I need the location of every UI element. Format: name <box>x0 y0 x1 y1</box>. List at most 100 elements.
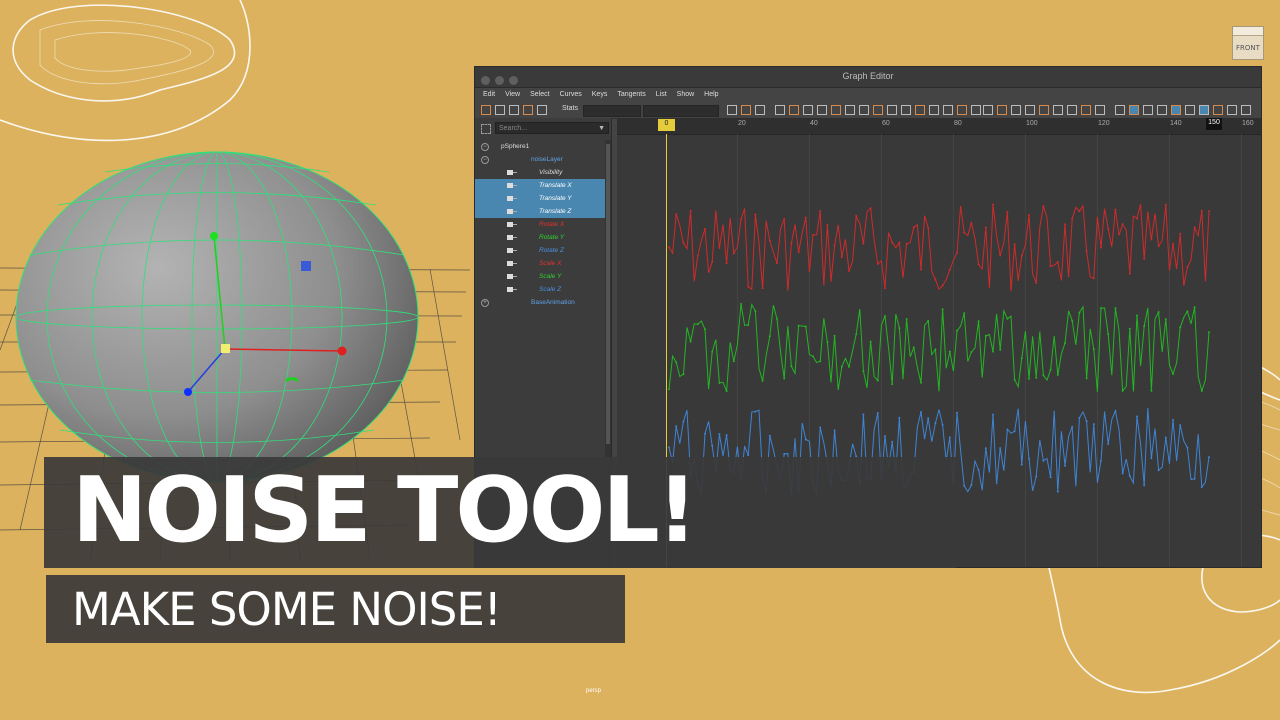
keyframe-point[interactable] <box>927 417 930 420</box>
outliner-item[interactable]: − pSphere1 <box>475 140 605 153</box>
keyframe-point[interactable] <box>941 423 944 426</box>
keyframe-point[interactable] <box>1193 306 1196 309</box>
keyframe-point[interactable] <box>984 447 987 450</box>
keyframe-point[interactable] <box>711 350 714 353</box>
keyframe-point[interactable] <box>704 432 706 435</box>
current-frame-marker[interactable]: 0 <box>658 119 675 131</box>
keyframe-point[interactable] <box>1128 327 1131 330</box>
keyframe-point[interactable] <box>905 242 908 245</box>
toolbar-tool-icon[interactable] <box>1129 105 1139 115</box>
keyframe-point[interactable] <box>1100 246 1102 249</box>
outliner-item[interactable]: Scale X <box>475 257 605 270</box>
keyframe-point[interactable] <box>696 323 699 326</box>
keyframe-point[interactable] <box>891 440 894 443</box>
channel-speaker-icon[interactable] <box>507 248 517 253</box>
keyframe-point[interactable] <box>1164 318 1167 321</box>
keyframe-point[interactable] <box>963 231 966 234</box>
keyframe-point[interactable] <box>862 413 865 416</box>
keyframe-point[interactable] <box>718 246 721 249</box>
toolbar-tool-icon[interactable] <box>1185 105 1195 115</box>
toolbar-tool-icon[interactable] <box>1095 105 1105 115</box>
keyframe-point[interactable] <box>675 361 678 364</box>
keyframe-point[interactable] <box>833 429 836 432</box>
keyframe-point[interactable] <box>884 287 886 290</box>
keyframe-point[interactable] <box>977 263 980 266</box>
keyframe-point[interactable] <box>992 350 994 353</box>
keyframe-point[interactable] <box>696 254 699 257</box>
toolbar-tool-icon[interactable] <box>1241 105 1251 115</box>
keyframe-point[interactable] <box>747 285 750 288</box>
toolbar-tool-icon[interactable] <box>845 105 855 115</box>
keyframe-point[interactable] <box>1121 472 1124 475</box>
keyframe-point[interactable] <box>912 346 915 349</box>
keyframe-point[interactable] <box>862 242 865 245</box>
keyframe-point[interactable] <box>1035 281 1038 284</box>
keyframe-point[interactable] <box>934 422 937 425</box>
keyframe-point[interactable] <box>956 251 958 254</box>
toolbar-tool-icon[interactable] <box>1227 105 1237 115</box>
toolbar-tool-icon[interactable] <box>817 105 827 115</box>
toolbar-tool-icon[interactable] <box>859 105 869 115</box>
keyframe-point[interactable] <box>891 383 894 386</box>
outliner-item[interactable]: Rotate X <box>475 218 605 231</box>
keyframe-point[interactable] <box>1049 368 1052 371</box>
keyframe-point[interactable] <box>891 241 894 244</box>
keyframe-point[interactable] <box>776 317 778 320</box>
keyframe-point[interactable] <box>1186 446 1189 449</box>
toolbar-tool-icon[interactable] <box>1199 105 1209 115</box>
keyframe-point[interactable] <box>1028 457 1030 460</box>
keyframe-point[interactable] <box>977 320 980 323</box>
keyframe-point[interactable] <box>675 425 678 428</box>
toolbar-tool-icon[interactable] <box>997 105 1007 115</box>
keyframe-point[interactable] <box>1071 217 1074 220</box>
keyframe-point[interactable] <box>668 246 670 249</box>
keyframe-point[interactable] <box>941 284 944 287</box>
outliner-item[interactable]: + BaseAnimation <box>475 296 605 309</box>
toolbar-tool-icon[interactable] <box>971 105 981 115</box>
search-input[interactable]: Search... ▼ <box>495 122 609 134</box>
keyframe-point[interactable] <box>934 278 937 281</box>
keyframe-point[interactable] <box>992 203 994 206</box>
keyframe-point[interactable] <box>1179 424 1182 427</box>
outliner-item[interactable]: Translate Y <box>475 192 605 205</box>
keyframe-point[interactable] <box>1042 205 1045 208</box>
keyframe-point[interactable] <box>1071 319 1074 322</box>
keyframe-point[interactable] <box>1028 214 1030 216</box>
keyframe-point[interactable] <box>1013 378 1016 381</box>
keyframe-point[interactable] <box>790 242 793 245</box>
filter-icon[interactable] <box>481 124 491 134</box>
keyframe-point[interactable] <box>1056 373 1059 376</box>
toolbar-tool-icon[interactable] <box>1053 105 1063 115</box>
channel-speaker-icon[interactable] <box>507 261 517 266</box>
keyframe-point[interactable] <box>948 436 951 439</box>
toolbar-tool-icon[interactable] <box>943 105 953 115</box>
keyframe-point[interactable] <box>826 224 829 226</box>
keyframe-point[interactable] <box>1143 325 1146 328</box>
keyframe-point[interactable] <box>1085 250 1088 253</box>
keyframe-point[interactable] <box>718 433 721 435</box>
keyframe-point[interactable] <box>689 340 692 343</box>
keyframe-point[interactable] <box>1208 331 1210 334</box>
end-frame-marker[interactable]: 150 <box>1206 118 1222 130</box>
collapse-icon[interactable]: − <box>481 143 489 151</box>
keyframe-point[interactable] <box>1143 257 1146 260</box>
keyframe-point[interactable] <box>963 484 966 487</box>
channel-speaker-icon[interactable] <box>507 274 517 279</box>
keyframe-point[interactable] <box>1028 377 1030 380</box>
keyframe-point[interactable] <box>1179 232 1182 235</box>
keyframe-point[interactable] <box>905 318 908 320</box>
toolbar-tool-icon[interactable] <box>727 105 737 115</box>
keyframe-point[interactable] <box>1143 484 1146 487</box>
outliner-item[interactable]: Scale Z <box>475 283 605 296</box>
outliner-item[interactable]: − noiseLayer <box>475 153 605 166</box>
keyframe-point[interactable] <box>804 216 807 219</box>
chevron-down-icon[interactable]: ▼ <box>598 123 605 135</box>
curve-line[interactable] <box>668 303 1210 393</box>
keyframe-point[interactable] <box>797 324 800 327</box>
keyframe-point[interactable] <box>1114 409 1117 412</box>
keyframe-point[interactable] <box>840 256 843 259</box>
keyframe-point[interactable] <box>819 426 822 429</box>
keyframe-point[interactable] <box>1172 242 1174 245</box>
keyframe-point[interactable] <box>927 320 930 322</box>
keyframe-point[interactable] <box>1136 314 1138 317</box>
